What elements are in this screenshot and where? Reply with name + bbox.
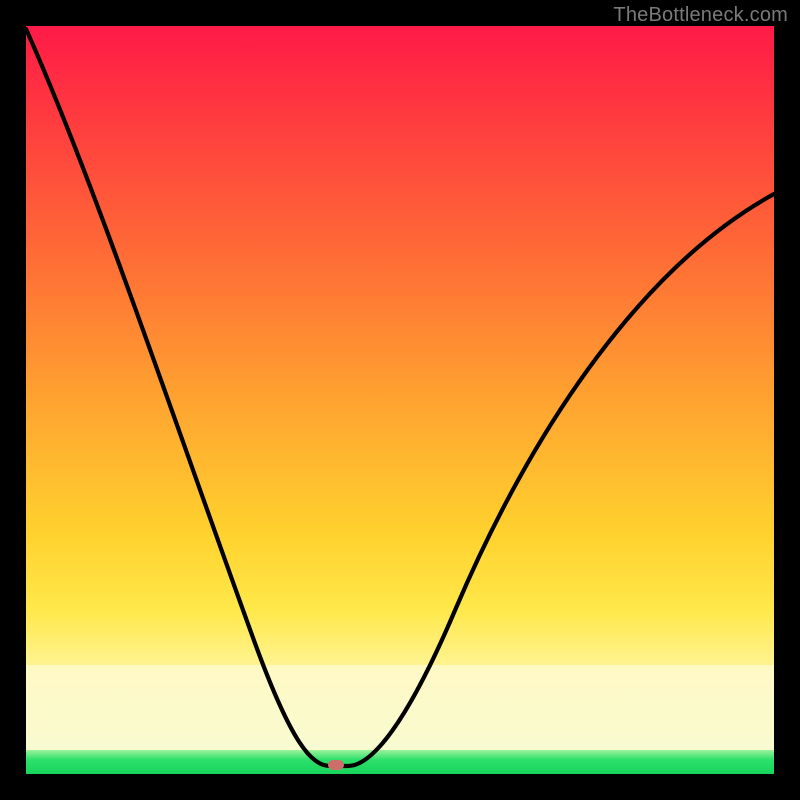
- bottleneck-curve-path: [26, 29, 774, 766]
- watermark-text: TheBottleneck.com: [613, 4, 788, 27]
- gradient-green-stripe: [26, 750, 774, 774]
- bottleneck-curve: [26, 26, 774, 774]
- gradient-pale-band: [26, 665, 774, 750]
- optimum-marker: [328, 760, 344, 770]
- chart-frame: TheBottleneck.com: [0, 0, 800, 800]
- plot-area: [26, 26, 774, 774]
